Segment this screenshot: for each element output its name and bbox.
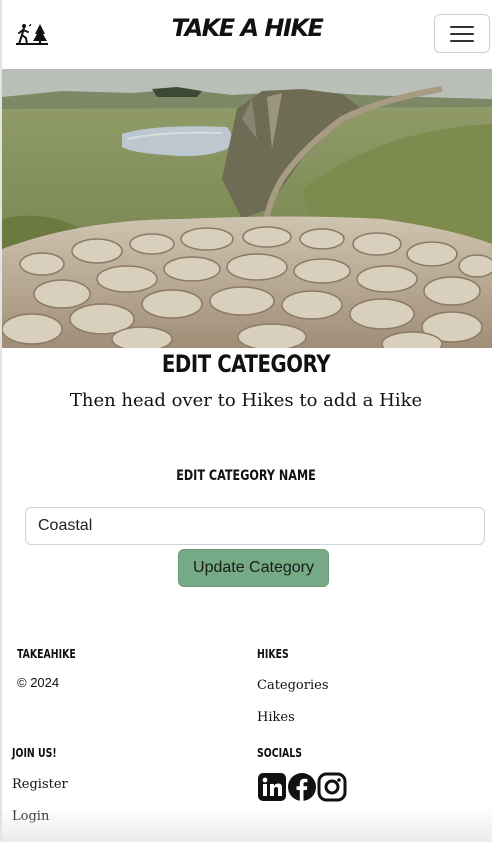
navbar: TAKE A HIKE <box>2 0 492 69</box>
footer-socials-heading: SOCIALS <box>257 746 303 760</box>
page-subtitle: Then head over to Hikes to add a Hike <box>69 390 423 411</box>
hamburger-menu-icon-line <box>450 40 474 42</box>
hamburger-menu-icon <box>450 26 474 28</box>
hamburger-menu-icon-line <box>450 33 474 35</box>
hero-image <box>2 69 492 348</box>
facebook-icon[interactable] <box>287 772 317 802</box>
update-category-button[interactable]: Update Category <box>178 549 329 587</box>
footer-hikes-heading: HIKES <box>257 647 289 661</box>
footer-join-heading: JOIN US! <box>12 746 57 760</box>
footer-link-categories[interactable]: Categories <box>257 678 329 693</box>
brand-title[interactable]: TAKE A HIKE <box>2 14 492 42</box>
footer-brand-heading: TAKEAHIKE <box>17 647 76 661</box>
linkedin-icon[interactable] <box>257 772 287 802</box>
bottom-fade <box>0 808 492 842</box>
instagram-icon[interactable] <box>317 772 347 802</box>
footer-link-hikes[interactable]: Hikes <box>257 710 295 725</box>
hadrians-wall-landscape-photo <box>2 69 492 348</box>
navbar-toggler-button[interactable] <box>434 14 490 53</box>
category-name-label: EDIT CATEGORY NAME <box>176 468 316 484</box>
page-title: EDIT CATEGORY <box>161 350 331 378</box>
footer-link-register[interactable]: Register <box>12 777 68 792</box>
category-name-input[interactable] <box>25 507 485 545</box>
footer-copyright: © 2024 <box>17 675 60 690</box>
footer-link-login[interactable]: Login <box>12 809 49 824</box>
